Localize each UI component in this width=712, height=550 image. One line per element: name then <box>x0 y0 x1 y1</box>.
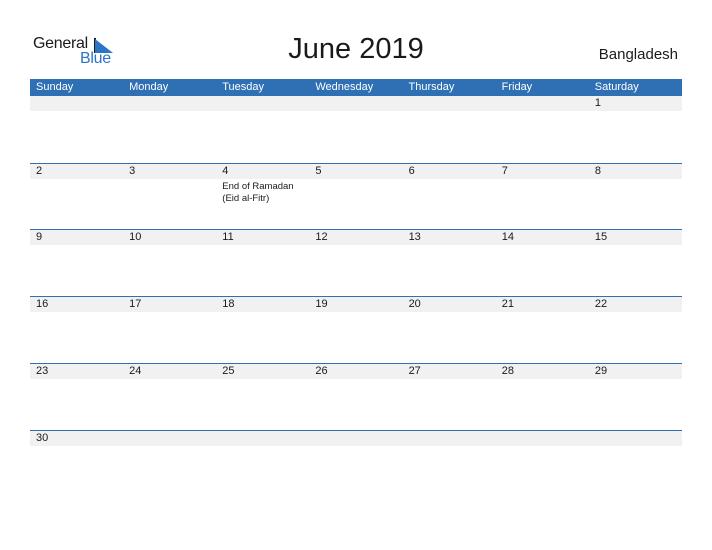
day-number: 25 <box>222 365 235 377</box>
weekday-header: Sunday Monday Tuesday Wednesday Thursday… <box>30 79 682 96</box>
weekday-thursday: Thursday <box>408 81 455 93</box>
day-cell: 22 <box>589 297 682 314</box>
weekday-monday: Monday <box>129 81 169 93</box>
day-number: 10 <box>129 231 142 243</box>
day-cell: 23 <box>30 364 123 381</box>
country-label: Bangladesh <box>598 46 678 63</box>
day-cell <box>403 431 496 448</box>
weekday-friday: Friday <box>501 81 533 93</box>
day-cell <box>123 431 216 448</box>
day-cell <box>216 96 309 113</box>
day-number: 28 <box>501 365 514 377</box>
day-number: 13 <box>408 231 421 243</box>
day-cell <box>309 431 402 448</box>
day-number <box>30 96 123 111</box>
day-cell: 28 <box>496 364 589 381</box>
day-cell: 8 <box>589 164 682 181</box>
day-number: 24 <box>129 365 142 377</box>
day-number <box>309 96 402 111</box>
day-cell: 27 <box>403 364 496 381</box>
day-cell: 26 <box>309 364 402 381</box>
day-cell: 2 <box>30 164 123 181</box>
day-number: 22 <box>594 298 608 310</box>
day-cell: 4 End of Ramadan (Eid al-Fitr) <box>216 164 309 205</box>
day-cell: 20 <box>403 297 496 314</box>
day-cell: 18 <box>216 297 309 314</box>
weekday-wednesday: Wednesday <box>315 81 374 93</box>
day-cell: 11 <box>216 230 309 247</box>
day-cell <box>309 96 402 113</box>
day-cell <box>123 96 216 113</box>
day-cell: 25 <box>216 364 309 381</box>
day-cell: 16 <box>30 297 123 314</box>
day-number: 23 <box>36 365 49 377</box>
day-number <box>123 431 216 446</box>
holiday-event: End of Ramadan (Eid al-Fitr) <box>222 181 294 204</box>
day-number <box>216 96 309 111</box>
day-cell: 3 <box>123 164 216 181</box>
day-number: 12 <box>315 231 328 243</box>
day-number: 3 <box>129 165 136 177</box>
day-cell <box>496 96 589 113</box>
day-number: 18 <box>222 298 235 310</box>
day-cell: 6 <box>403 164 496 181</box>
day-cell <box>589 431 682 448</box>
day-number: 21 <box>501 298 514 310</box>
day-number: 27 <box>408 365 421 377</box>
day-number: 17 <box>129 298 142 310</box>
day-cell: 14 <box>496 230 589 247</box>
day-number: 26 <box>315 365 328 377</box>
day-number <box>403 96 496 111</box>
day-number: 2 <box>36 165 43 177</box>
day-number: 20 <box>408 298 421 310</box>
day-cell: 9 <box>30 230 123 247</box>
day-number: 15 <box>594 231 608 243</box>
day-cell: 5 <box>309 164 402 181</box>
weekday-tuesday: Tuesday <box>222 81 265 93</box>
day-cell: 10 <box>123 230 216 247</box>
day-cell: 13 <box>403 230 496 247</box>
day-cell <box>216 431 309 448</box>
day-cell <box>30 96 123 113</box>
day-cell: 24 <box>123 364 216 381</box>
day-cell: 30 <box>30 431 123 448</box>
day-number: 7 <box>501 165 508 177</box>
day-number <box>309 431 402 446</box>
day-number: 8 <box>594 165 601 177</box>
day-number <box>496 431 589 446</box>
day-cell <box>496 431 589 448</box>
day-cell: 12 <box>309 230 402 247</box>
day-cell: 21 <box>496 297 589 314</box>
day-cell: 19 <box>309 297 402 314</box>
day-cell: 29 <box>589 364 682 381</box>
day-number: 9 <box>36 231 43 243</box>
day-number: 14 <box>501 231 514 243</box>
day-number: 29 <box>594 365 608 377</box>
weekday-saturday: Saturday <box>594 81 639 93</box>
day-cell: 17 <box>123 297 216 314</box>
day-number <box>216 431 309 446</box>
day-number: 5 <box>315 165 322 177</box>
day-number: 30 <box>36 432 49 444</box>
day-number <box>403 431 496 446</box>
day-cell <box>403 96 496 113</box>
day-number <box>123 96 216 111</box>
weekday-sunday: Sunday <box>36 81 74 93</box>
day-number: 16 <box>36 298 49 310</box>
day-cell: 15 <box>589 230 682 247</box>
day-number <box>589 431 682 446</box>
day-number: 6 <box>408 165 415 177</box>
day-number: 1 <box>594 97 601 109</box>
day-number: 11 <box>222 231 234 243</box>
day-number: 19 <box>315 298 328 310</box>
day-number <box>496 96 589 111</box>
day-cell: 1 <box>589 96 682 113</box>
day-number: 4 <box>222 165 229 177</box>
day-cell: 7 <box>496 164 589 181</box>
